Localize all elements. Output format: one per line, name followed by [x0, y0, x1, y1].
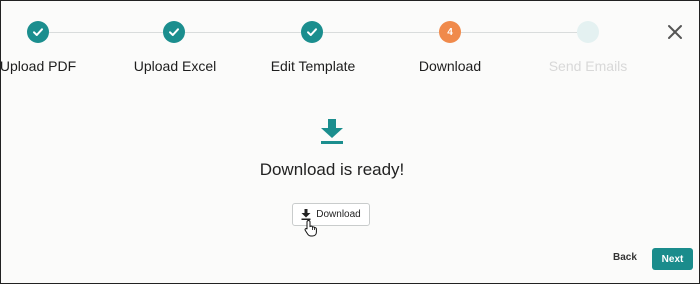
wizard-dialog: Upload PDF Upload Excel Edit Template 4 … — [0, 0, 700, 284]
step-1-label: Upload PDF — [0, 58, 77, 74]
step-connector — [323, 32, 439, 33]
close-icon — [668, 25, 682, 39]
step-4-current-indicator: 4 — [439, 21, 461, 43]
step-1-complete-indicator — [27, 21, 49, 43]
download-ready-message: Download is ready! — [259, 160, 405, 179]
step-5-label: Send Emails — [548, 58, 628, 74]
step-5-pending-indicator — [577, 21, 599, 43]
checkmark-icon — [169, 28, 179, 36]
step-2-complete-indicator — [163, 21, 185, 43]
step-4-label: Download — [418, 58, 482, 74]
progress-stepper: Upload PDF Upload Excel Edit Template 4 … — [0, 1, 699, 81]
next-button[interactable]: Next — [652, 248, 693, 270]
step-connector — [49, 32, 163, 33]
back-button[interactable]: Back — [613, 252, 637, 263]
step-2-label: Upload Excel — [133, 58, 217, 74]
hand-pointer-cursor-icon — [304, 219, 318, 237]
checkmark-icon — [33, 28, 43, 36]
download-icon — [320, 119, 344, 145]
close-button[interactable] — [665, 22, 685, 42]
download-button-label: Download — [316, 209, 361, 220]
step-3-complete-indicator — [301, 21, 323, 43]
step-connector — [461, 32, 577, 33]
step-connector — [185, 32, 301, 33]
step-3-label: Edit Template — [270, 58, 356, 74]
checkmark-icon — [307, 28, 317, 36]
